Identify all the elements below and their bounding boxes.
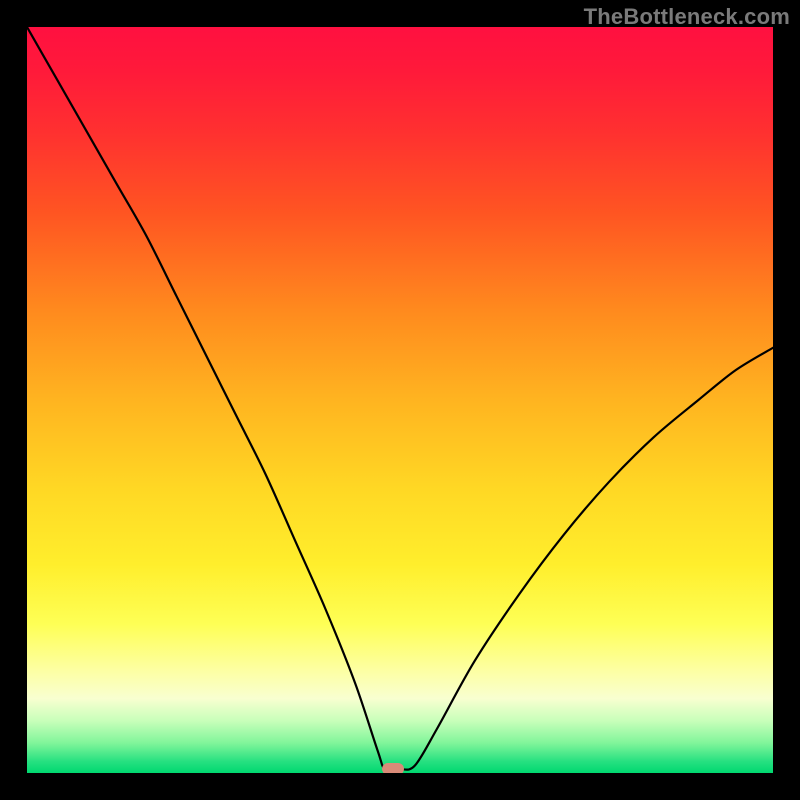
plot-area xyxy=(27,27,773,773)
minimum-marker xyxy=(382,763,404,773)
chart-frame: TheBottleneck.com xyxy=(0,0,800,800)
watermark-text: TheBottleneck.com xyxy=(584,4,790,30)
bottleneck-curve xyxy=(27,27,773,773)
curve-path xyxy=(27,27,773,771)
